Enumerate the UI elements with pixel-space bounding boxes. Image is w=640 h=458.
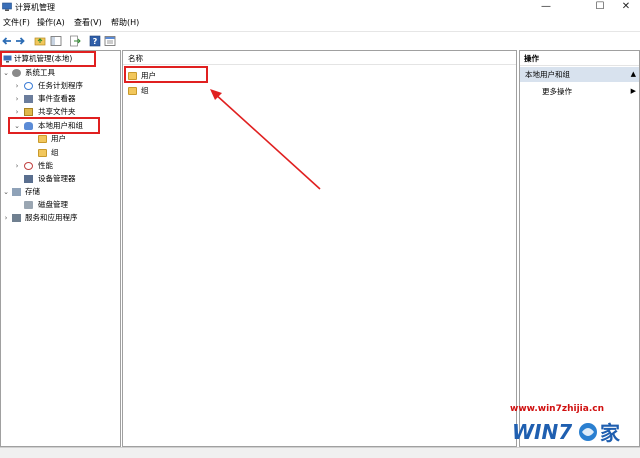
help-icon[interactable]: ? (89, 35, 101, 47)
minimize-button[interactable]: — (532, 0, 560, 15)
folder-icon (128, 87, 137, 95)
storage-icon (12, 188, 21, 196)
tree-item-disk-management[interactable]: 磁盘管理 (1, 199, 119, 211)
watermark-logo: WIN7 家 (512, 420, 621, 445)
tree-item-storage[interactable]: ⌄ 存储 (1, 186, 119, 198)
tree-item-label: 用户 (51, 134, 66, 143)
chevron-right-icon[interactable]: › (13, 160, 21, 172)
chevron-right-icon[interactable]: › (13, 93, 21, 105)
tree-item-label: 磁盘管理 (38, 200, 68, 209)
chevron-down-icon[interactable]: ⌄ (2, 186, 10, 198)
tree-item-label: 系统工具 (25, 68, 55, 77)
collapse-icon[interactable]: ▲ (631, 67, 636, 82)
computer-management-icon (2, 2, 12, 11)
more-actions-item[interactable]: 更多操作 ▶ (542, 85, 638, 98)
event-viewer-icon (24, 95, 33, 103)
maximize-button[interactable]: ☐ (586, 0, 614, 15)
watermark-url: www.win7zhijia.cn (510, 404, 604, 414)
tree-item-system-tools[interactable]: ⌄ 系统工具 (1, 67, 119, 79)
tools-icon (12, 69, 21, 77)
actions-pane: 操作 本地用户和组 ▲ 更多操作 ▶ (519, 50, 640, 447)
menu-help[interactable]: 帮助(H) (111, 17, 139, 28)
forward-icon[interactable] (14, 35, 26, 47)
tree-item-label: 组 (51, 148, 59, 157)
tree-item-label: 设备管理器 (38, 174, 76, 183)
tree-item-label: 性能 (38, 161, 53, 170)
column-header-label: 名称 (128, 54, 143, 63)
close-button[interactable]: ✕ (612, 0, 640, 15)
watermark-logo-suffix: 家 (600, 421, 621, 445)
toolbar: ? (0, 31, 640, 49)
properties-icon[interactable] (104, 35, 116, 47)
title-bar: 计算机管理 — ☐ ✕ (0, 0, 640, 15)
tree-item-device-manager[interactable]: 设备管理器 (1, 173, 119, 185)
chevron-right-icon[interactable]: › (2, 212, 10, 224)
clock-icon (24, 82, 33, 90)
more-actions-label: 更多操作 (542, 87, 572, 96)
actions-section-label: 本地用户和组 (525, 70, 570, 79)
menu-view[interactable]: 查看(V) (74, 17, 102, 28)
highlight-users-folder (124, 66, 208, 83)
annotation-arrow (210, 89, 321, 190)
folder-icon (38, 135, 47, 143)
menu-file[interactable]: 文件(F) (3, 17, 30, 28)
folder-icon (38, 149, 47, 157)
tree-item-event-viewer[interactable]: › 事件查看器 (1, 93, 119, 105)
tree-item-groups[interactable]: 组 (1, 147, 119, 159)
list-item-label: 组 (141, 86, 149, 95)
actions-section[interactable]: 本地用户和组 ▲ (520, 67, 639, 82)
column-header-name[interactable]: 名称 (123, 51, 516, 65)
show-hide-tree-icon[interactable] (50, 35, 62, 47)
tree-item-performance[interactable]: › 性能 (1, 160, 119, 172)
tree-item-users[interactable]: 用户 (1, 133, 119, 145)
tree-item-label: 存储 (25, 187, 40, 196)
device-manager-icon (24, 175, 33, 183)
disk-icon (24, 201, 33, 209)
tree-item-label: 任务计划程序 (38, 81, 83, 90)
status-bar (0, 447, 640, 458)
highlight-root (0, 51, 96, 67)
chevron-down-icon[interactable]: ⌄ (2, 67, 10, 79)
svg-text:WIN7: WIN7 (512, 420, 572, 444)
menu-bar: 文件(F) 操作(A) 查看(V) 帮助(H) (0, 15, 640, 30)
back-icon[interactable] (1, 35, 13, 47)
navigation-tree: 计算机管理(本地) ⌄ 系统工具 › 任务计划程序 › 事件查看器 › 共享文件… (0, 50, 121, 447)
export-icon[interactable] (69, 35, 81, 47)
tree-item-task-scheduler[interactable]: › 任务计划程序 (1, 80, 119, 92)
highlight-local-users-groups (8, 117, 100, 134)
menu-action[interactable]: 操作(A) (37, 17, 65, 28)
chevron-right-icon[interactable]: › (13, 80, 21, 92)
tree-item-label: 事件查看器 (38, 94, 76, 103)
svg-text:?: ? (93, 37, 98, 46)
tree-item-services-apps[interactable]: › 服务和应用程序 (1, 212, 119, 224)
up-folder-icon[interactable] (34, 35, 46, 47)
services-icon (12, 214, 21, 222)
submenu-arrow-icon: ▶ (630, 87, 636, 95)
window-title: 计算机管理 (15, 3, 55, 12)
tree-item-label: 服务和应用程序 (25, 213, 78, 222)
shared-folder-icon (24, 108, 33, 116)
actions-header: 操作 (520, 51, 639, 66)
performance-icon (24, 162, 33, 170)
